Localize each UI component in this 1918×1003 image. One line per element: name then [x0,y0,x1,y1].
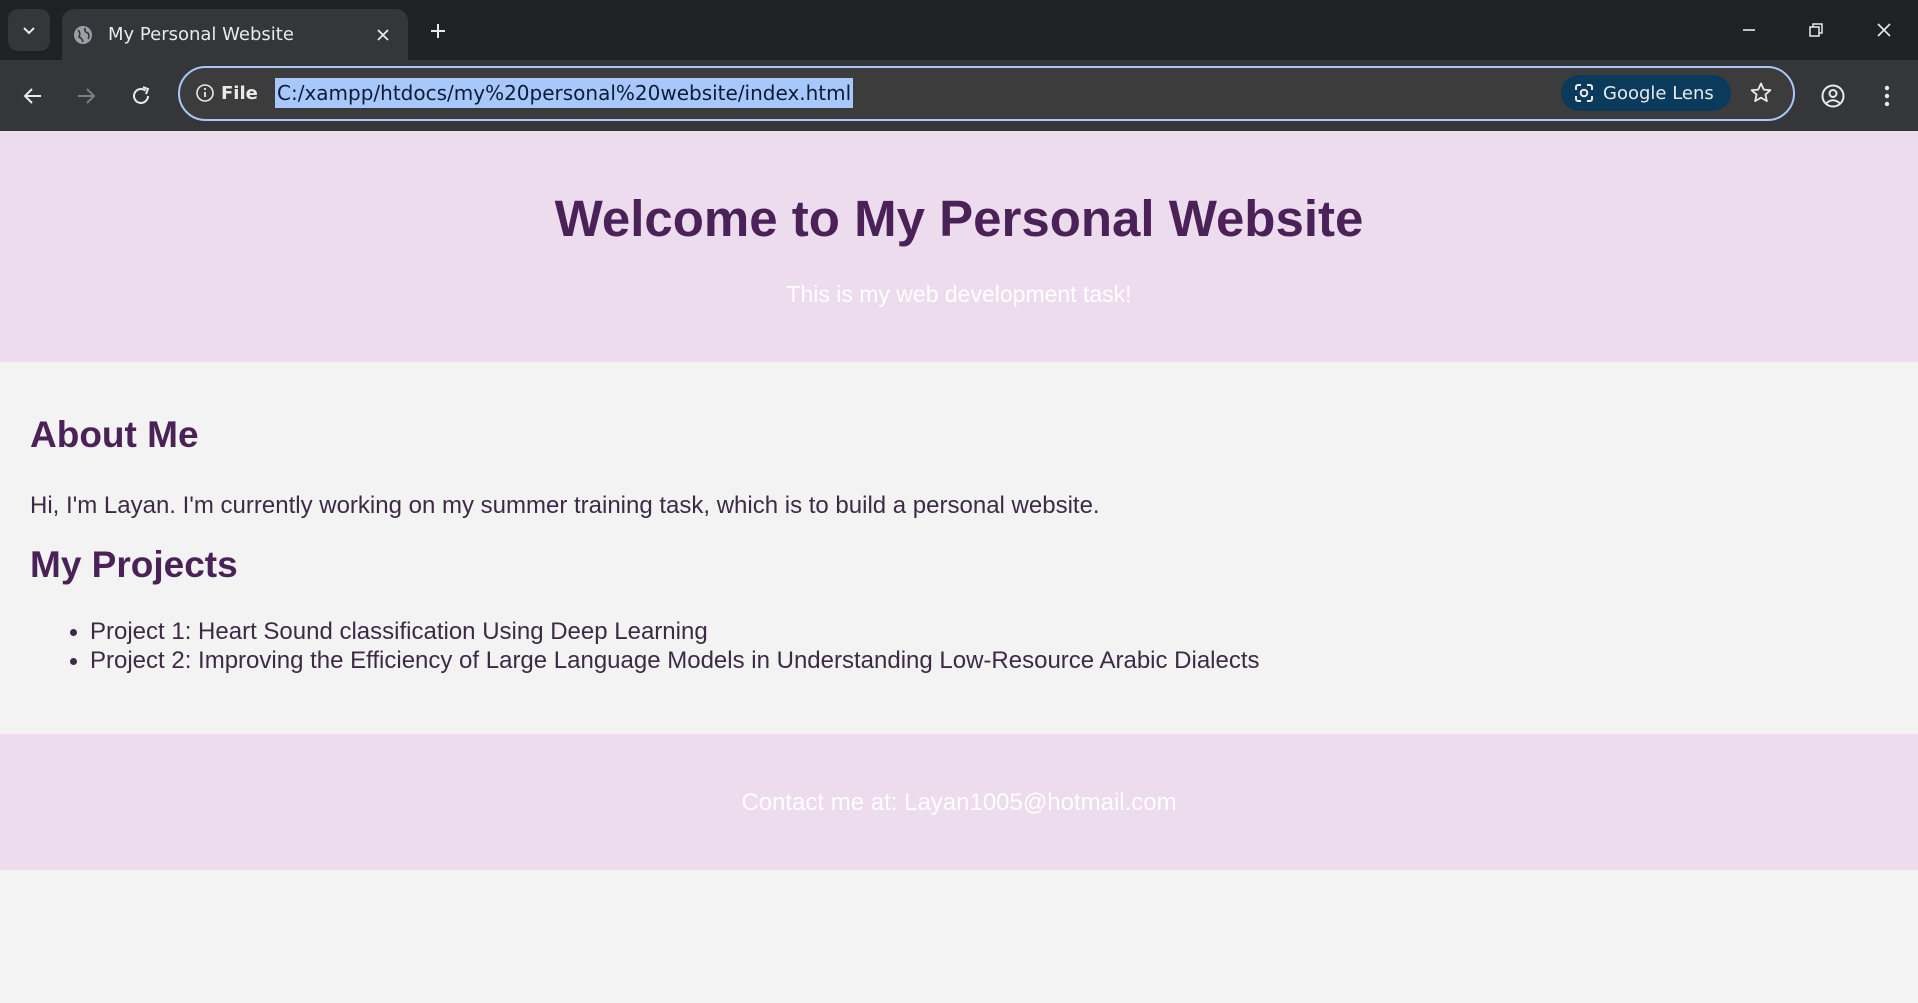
about-text: Hi, I'm Layan. I'm currently working on … [30,492,1100,519]
about-heading: About Me [30,414,199,455]
more-vertical-icon [1884,85,1890,107]
address-bar[interactable]: File C:/xampp/htdocs/my%20personal%20web… [178,66,1795,121]
globe-icon [72,24,94,46]
tab-strip: My Personal Website [0,0,1918,60]
profile-button[interactable] [1814,77,1852,115]
forward-button[interactable] [67,77,105,115]
projects-heading: My Projects [30,544,238,585]
star-icon [1750,82,1772,102]
page-subtitle: This is my web development task! [786,281,1132,307]
page-title: Welcome to My Personal Website [554,190,1364,247]
project-item-1: Project 1: Heart Sound classification Us… [70,617,1260,646]
menu-button[interactable] [1868,77,1906,115]
close-tab-icon[interactable] [368,20,398,50]
minimize-button[interactable] [1729,10,1769,50]
contact-text: Contact me at: Layan1005@hotmail.com [741,789,1177,816]
reload-button[interactable] [122,77,160,115]
web-page: Welcome to My Personal Website This is m… [0,131,1918,1003]
account-circle-icon [1821,84,1845,108]
restore-icon [1809,23,1823,37]
chevron-down-icon [23,27,35,35]
minimize-icon [1743,29,1755,31]
site-header: Welcome to My Personal Website This is m… [0,131,1918,362]
tab-title: My Personal Website [108,24,294,45]
close-window-button[interactable] [1864,10,1904,50]
arrow-left-icon [23,88,41,104]
google-lens-label: Google Lens [1603,82,1714,104]
back-button[interactable] [14,77,52,115]
restore-button[interactable] [1796,10,1836,50]
arrow-right-icon [78,88,96,104]
tab-search-button[interactable] [8,9,50,51]
reload-icon [133,86,150,104]
active-tab[interactable]: My Personal Website [62,9,408,60]
project-list: Project 1: Heart Sound classification Us… [70,617,1260,675]
close-icon [1877,23,1891,37]
site-info-label: File [221,82,258,104]
project-item-2: Project 2: Improving the Efficiency of L… [70,647,1260,674]
info-icon [196,84,214,102]
browser-toolbar: File C:/xampp/htdocs/my%20personal%20web… [0,60,1918,131]
bookmark-button[interactable] [1744,76,1778,110]
site-info-chip[interactable]: File [195,80,258,106]
google-lens-button[interactable]: Google Lens [1561,75,1731,111]
url-text[interactable]: C:/xampp/htdocs/my%20personal%20website/… [275,78,854,108]
lens-icon [1575,84,1593,102]
plus-icon [431,24,445,38]
site-footer: Contact me at: Layan1005@hotmail.com [0,734,1918,870]
new-tab-button[interactable] [422,15,454,47]
